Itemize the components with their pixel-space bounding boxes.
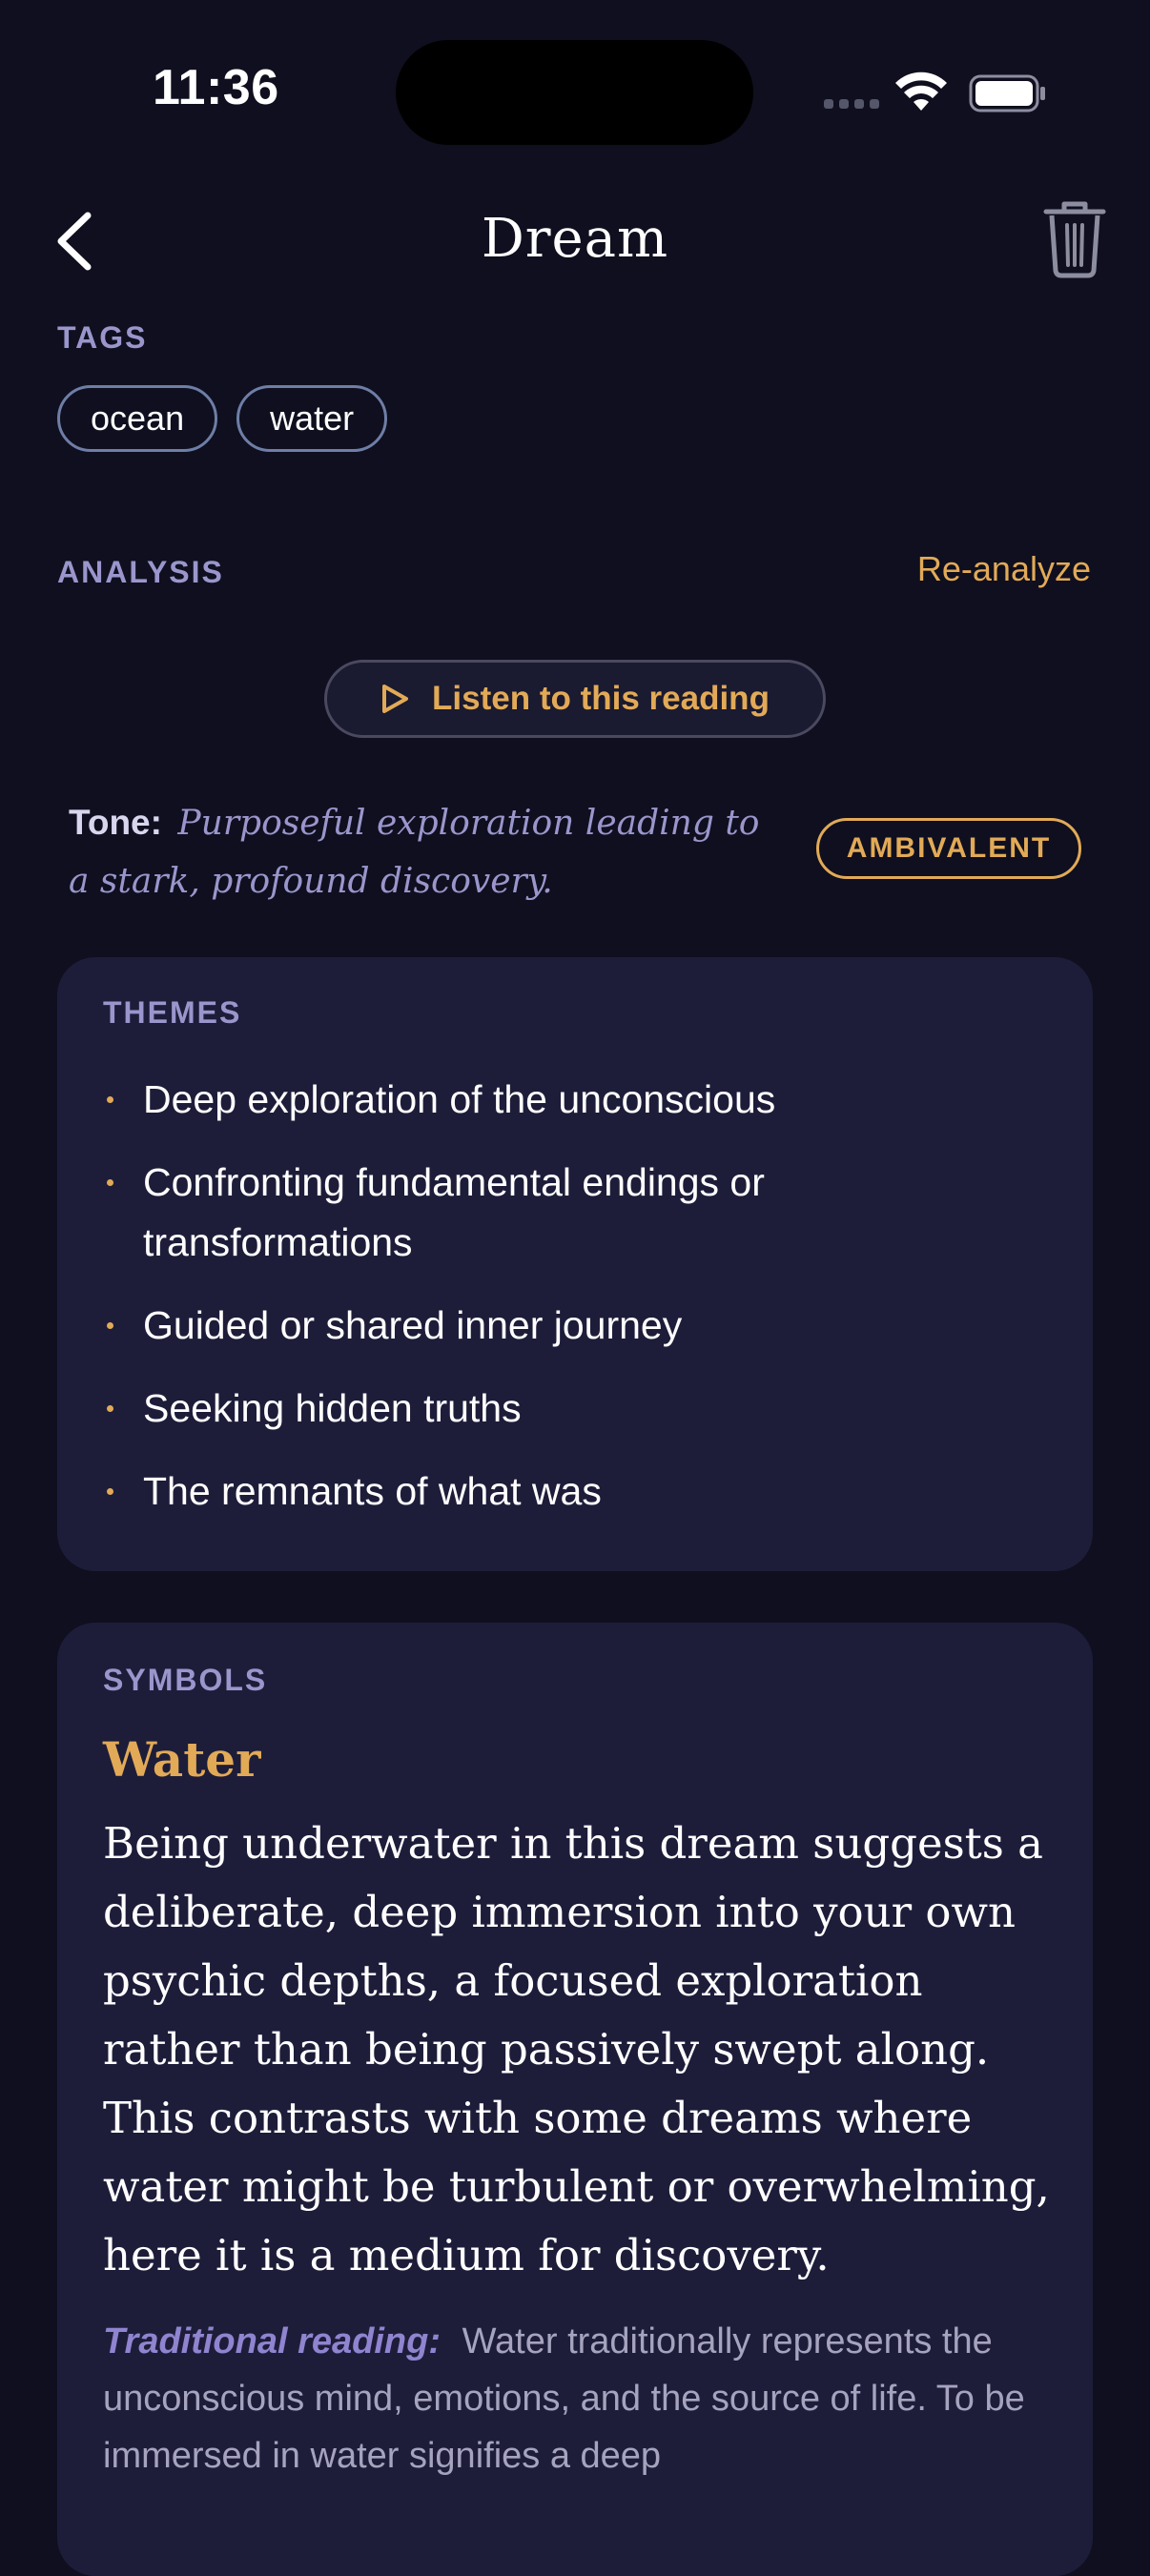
theme-text: Guided or shared inner journey xyxy=(143,1303,683,1347)
play-icon xyxy=(382,685,409,713)
tone-description: Purposeful exploration leading to a star… xyxy=(69,804,760,901)
tag-chip[interactable]: ocean xyxy=(57,385,218,452)
tone-label: Tone: xyxy=(69,803,162,842)
status-time: 11:36 xyxy=(153,60,279,115)
dynamic-island xyxy=(396,40,753,145)
cellular-signal-icon xyxy=(824,99,881,109)
traditional-reading: Traditional reading: Water traditionally… xyxy=(103,2313,1037,2484)
wifi-icon xyxy=(895,72,947,111)
tags-heading: TAGS xyxy=(57,320,148,355)
trash-icon[interactable] xyxy=(1043,200,1106,278)
tag-chip[interactable]: water xyxy=(236,385,388,452)
tone-block: Tone: Purposeful exploration leading to … xyxy=(69,797,774,914)
list-item: Seeking hidden truths xyxy=(103,1379,1018,1439)
listen-button[interactable]: Listen to this reading xyxy=(324,660,826,738)
theme-text: Confronting fundamental endings or trans… xyxy=(143,1160,765,1264)
bullet-icon xyxy=(107,1096,113,1103)
list-item: Deep exploration of the unconscious xyxy=(103,1070,1018,1130)
symbol-description: Being underwater in this dream suggests … xyxy=(103,1818,1050,2280)
tone-badge: AMBIVALENT xyxy=(816,818,1081,879)
analysis-heading: ANALYSIS xyxy=(57,555,224,589)
theme-text: Seeking hidden truths xyxy=(143,1386,522,1430)
list-item: Guided or shared inner journey xyxy=(103,1296,1018,1356)
bullet-icon xyxy=(107,1179,113,1186)
themes-card: THEMES Deep exploration of the unconscio… xyxy=(57,957,1093,1571)
symbols-heading: SYMBOLS xyxy=(103,1663,268,1697)
battery-icon xyxy=(969,74,1045,112)
symbol-name: Water xyxy=(103,1731,261,1788)
list-item: Confronting fundamental endings or trans… xyxy=(103,1153,1018,1273)
page-title: Dream xyxy=(481,208,669,270)
reanalyze-button[interactable]: Re-analyze xyxy=(917,549,1091,589)
tag-list: ocean water xyxy=(57,385,388,452)
bullet-icon xyxy=(107,1322,113,1329)
themes-heading: THEMES xyxy=(103,995,242,1030)
bullet-icon xyxy=(107,1488,113,1495)
theme-text: Deep exploration of the unconscious xyxy=(143,1077,776,1121)
bullet-icon xyxy=(107,1405,113,1412)
listen-button-label: Listen to this reading xyxy=(432,680,770,717)
list-item: The remnants of what was xyxy=(103,1462,1018,1522)
themes-list: Deep exploration of the unconscious Conf… xyxy=(103,1070,1018,1544)
theme-text: The remnants of what was xyxy=(143,1469,602,1513)
traditional-reading-label: Traditional reading: xyxy=(103,2321,442,2361)
